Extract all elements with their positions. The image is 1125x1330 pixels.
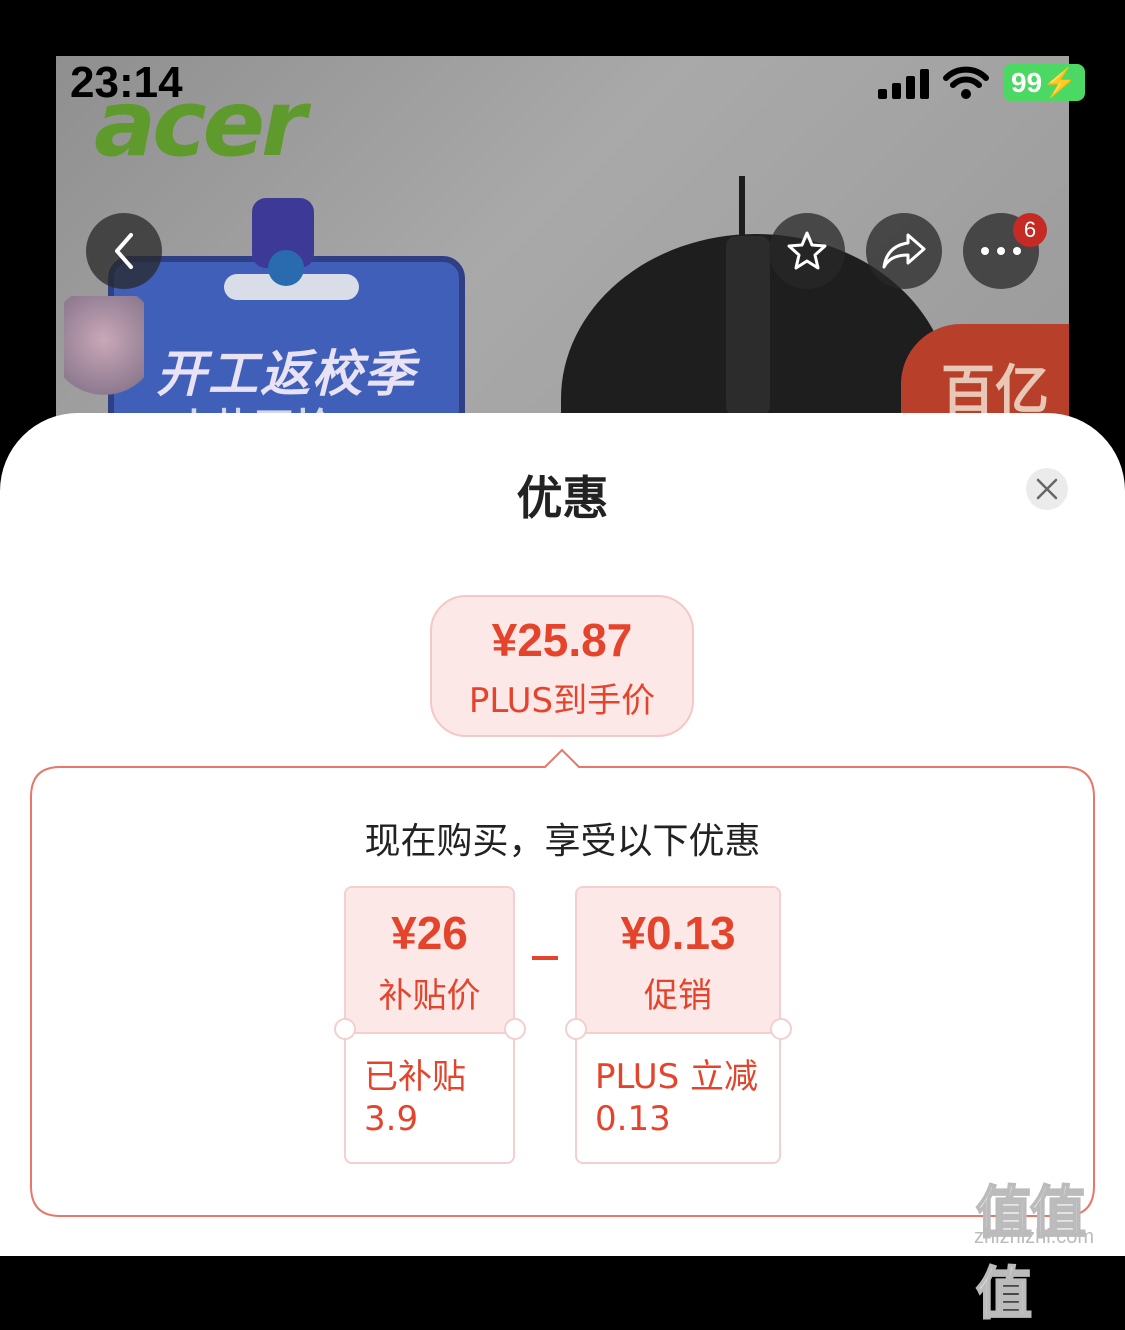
ticket-notch	[334, 1018, 356, 1040]
subsidy-ticket-header: ¥26 补贴价	[346, 888, 513, 1034]
watermark-site: zhizhizhi.com	[974, 1226, 1095, 1248]
promotion-ticket-detail: PLUS 立减 0.13	[577, 1034, 779, 1140]
watermark-logo: 值值值	[975, 1180, 1087, 1328]
final-price-amount: ¥25.87	[491, 614, 633, 666]
subsidy-ticket: ¥26 补贴价 已补贴 3.9	[344, 886, 515, 1164]
subsidy-ticket-name: 补贴价	[378, 976, 481, 1016]
subsidy-ticket-detail-label: 已补贴	[364, 1057, 466, 1097]
subsidy-ticket-detail: 已补贴 3.9	[346, 1034, 513, 1140]
promotion-ticket-header: ¥0.13 促销	[577, 888, 779, 1034]
final-price-label: PLUS到手价	[468, 681, 656, 721]
ticket-notch	[770, 1018, 792, 1040]
ticket-notch	[565, 1018, 587, 1040]
minus-operator	[532, 956, 558, 960]
promotion-ticket: ¥0.13 促销 PLUS 立减 0.13	[575, 886, 781, 1164]
ticket-notch	[504, 1018, 526, 1040]
subsidy-ticket-amount: ¥26	[391, 907, 468, 959]
promotion-ticket-detail-label: PLUS 立减	[595, 1057, 759, 1097]
discount-panel-heading: 现在购买，享受以下优惠	[364, 821, 761, 862]
final-price-bubble: ¥25.87 PLUS到手价	[430, 595, 694, 737]
promotion-ticket-detail-value: 0.13	[595, 1099, 671, 1139]
subsidy-ticket-detail-value: 3.9	[364, 1099, 419, 1139]
promotion-ticket-name: 促销	[644, 976, 712, 1016]
promotion-ticket-amount: ¥0.13	[620, 907, 736, 959]
